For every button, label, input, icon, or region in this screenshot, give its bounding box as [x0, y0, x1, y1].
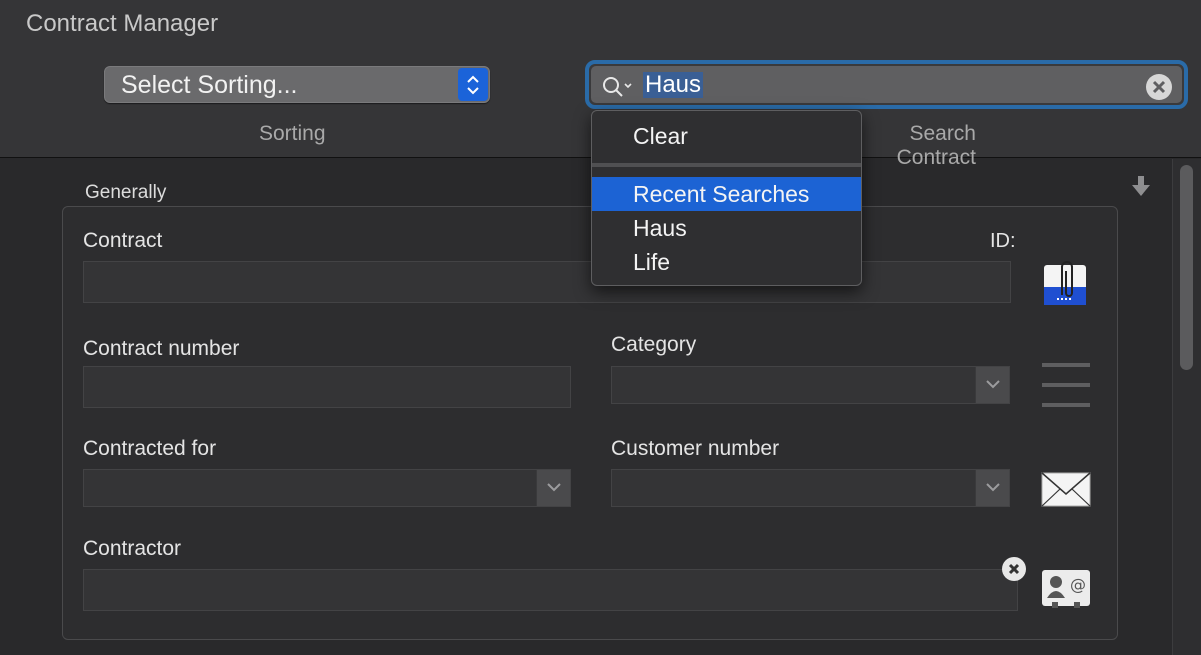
customer-number-combobox[interactable]	[611, 469, 1010, 507]
list-icon[interactable]	[1042, 363, 1090, 414]
chevron-down-icon[interactable]	[536, 470, 570, 506]
menu-header-recent-searches: Recent Searches	[592, 177, 861, 211]
customer-number-label: Customer number	[611, 437, 780, 460]
app-window: Contract Manager Select Sorting... Sorti…	[0, 0, 1201, 655]
window-title: Contract Manager	[26, 10, 219, 37]
contract-number-label: Contract number	[83, 337, 240, 360]
sorting-value: Select Sorting...	[121, 71, 298, 99]
sorting-select[interactable]: Select Sorting...	[104, 66, 490, 103]
menu-item-recent[interactable]: Life	[592, 245, 861, 279]
download-arrow-icon[interactable]	[1131, 174, 1151, 203]
contractor-label: Contractor	[83, 537, 182, 560]
search-query[interactable]: Haus	[643, 72, 704, 98]
contact-card-icon[interactable]: @	[1042, 568, 1090, 613]
search-clear-icon[interactable]	[1146, 74, 1172, 100]
search-icon[interactable]	[601, 75, 637, 104]
search-field[interactable]: Haus	[585, 60, 1188, 109]
chevron-down-icon[interactable]	[975, 367, 1009, 403]
search-caption: Search Contract	[896, 122, 976, 169]
contractor-field[interactable]	[83, 569, 1018, 611]
contracted-for-label: Contracted for	[83, 437, 217, 460]
svg-text:@: @	[1070, 575, 1086, 594]
chevron-down-icon[interactable]	[975, 470, 1009, 506]
attachment-icon[interactable]	[1043, 259, 1089, 314]
category-label: Category	[611, 333, 697, 356]
sorting-stepper-icon[interactable]	[458, 68, 488, 101]
sorting-caption: Sorting	[259, 122, 326, 145]
contract-label: Contract	[83, 229, 163, 252]
vertical-scrollbar[interactable]	[1172, 159, 1201, 655]
mail-icon[interactable]	[1041, 472, 1091, 513]
scroll-thumb[interactable]	[1180, 165, 1193, 370]
menu-item-clear[interactable]: Clear	[592, 119, 861, 153]
contractor-clear-icon[interactable]	[1002, 557, 1026, 581]
contract-number-field[interactable]	[83, 366, 571, 408]
section-generally: Generally	[85, 182, 167, 203]
menu-separator	[592, 163, 861, 167]
id-label: ID:	[990, 230, 1016, 252]
search-dropdown-menu: Clear Recent Searches Haus Life	[591, 110, 862, 286]
contracted-for-combobox[interactable]	[83, 469, 571, 507]
menu-item-recent[interactable]: Haus	[592, 211, 861, 245]
contract-field[interactable]	[83, 261, 1011, 303]
category-combobox[interactable]	[611, 366, 1010, 404]
